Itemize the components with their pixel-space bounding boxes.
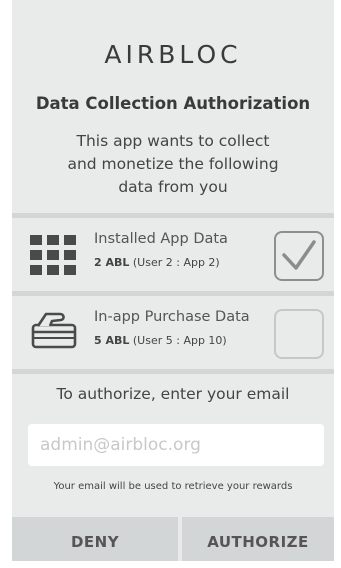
authorize-button[interactable]: AUTHORIZE (182, 517, 334, 561)
description-line: data from you (118, 178, 228, 196)
divider (12, 291, 334, 296)
email-hint: Your email will be used to retrieve your… (53, 481, 293, 492)
reward-amount: 5 ABL (94, 334, 130, 347)
description-line: This app wants to collect (76, 132, 270, 150)
card-payment-icon (31, 312, 77, 349)
reward-detail: (User 5 : App 10) (132, 334, 227, 347)
data-item-name: Installed App Data (94, 231, 228, 247)
data-item-reward: 2 ABL (User 2 : App 2) (94, 256, 220, 269)
authorization-dialog: AIRBLOC Data Collection Authorization Th… (12, 0, 334, 561)
data-item-reward: 5 ABL (User 5 : App 10) (94, 334, 227, 347)
installed-apps-checkbox[interactable] (274, 231, 324, 281)
divider (12, 213, 334, 218)
email-prompt: To authorize, enter your email (56, 385, 290, 403)
brand-logo: AIRBLOC (104, 40, 242, 69)
deny-button[interactable]: DENY (12, 517, 178, 561)
app-grid-icon (30, 235, 76, 275)
reward-amount: 2 ABL (94, 256, 130, 269)
data-item-name: In-app Purchase Data (94, 309, 250, 325)
reward-detail: (User 2 : App 2) (132, 256, 220, 269)
dialog-title: Data Collection Authorization (35, 94, 311, 113)
data-item-in-app-purchases: In-app Purchase Data 5 ABL (User 5 : App… (12, 297, 334, 369)
divider (12, 369, 334, 374)
description-line: and monetize the following (67, 155, 279, 173)
check-icon (282, 240, 316, 270)
data-item-installed-apps: Installed App Data 2 ABL (User 2 : App 2… (12, 219, 334, 291)
in-app-purchases-checkbox[interactable] (274, 309, 324, 359)
email-input[interactable] (28, 424, 324, 466)
dialog-description: This app wants to collect and monetize t… (12, 130, 334, 199)
